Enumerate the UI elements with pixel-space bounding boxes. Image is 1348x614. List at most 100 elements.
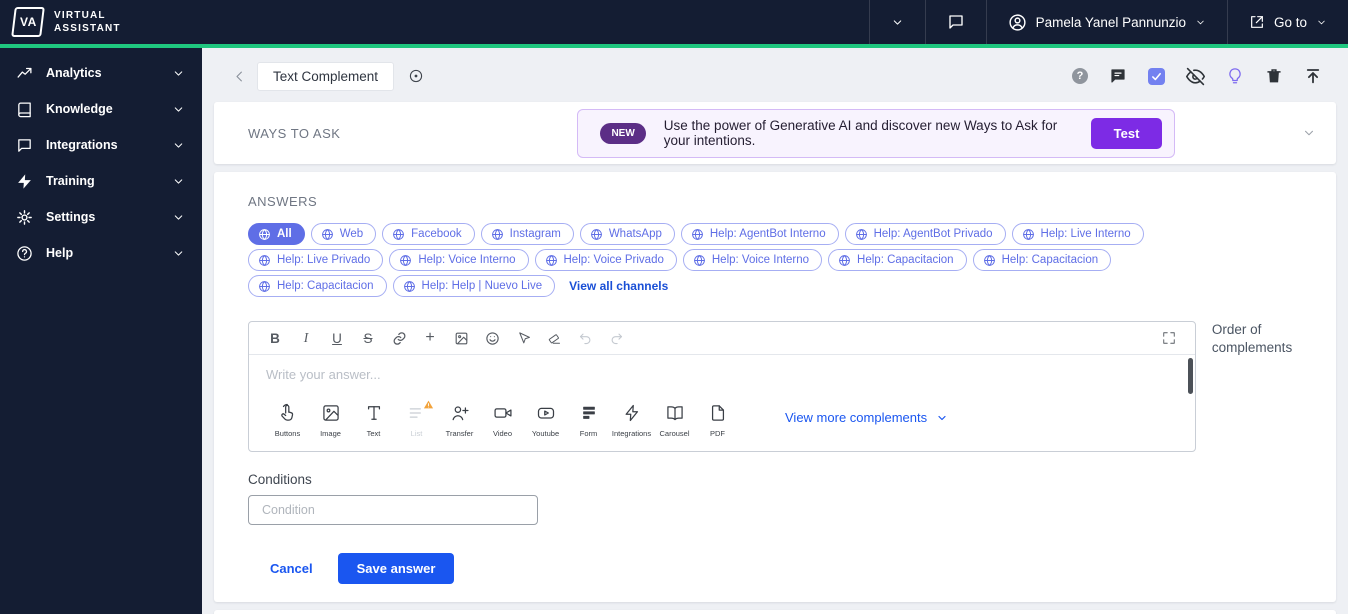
bold-button[interactable]: B — [266, 331, 284, 346]
link-button[interactable] — [390, 331, 408, 346]
new-badge: NEW — [600, 122, 646, 144]
collapse-section-button[interactable] — [1302, 126, 1316, 140]
channel-chip[interactable]: Help: Capacitacion — [972, 249, 1112, 271]
channel-chip[interactable]: Help: Voice Interno — [389, 249, 529, 271]
channel-chip[interactable]: Help: Capacitacion — [248, 275, 387, 297]
sidebar-item-training[interactable]: Training — [0, 163, 202, 199]
globe-icon — [400, 254, 412, 266]
channel-chip[interactable]: Help: Live Interno — [1011, 223, 1144, 245]
channel-chip-all[interactable]: All — [248, 223, 305, 245]
fullscreen-button[interactable] — [1160, 331, 1178, 345]
target-button[interactable] — [408, 68, 424, 84]
globe-icon — [694, 254, 705, 266]
publish-button[interactable] — [1304, 67, 1322, 85]
complement-video[interactable]: Video — [481, 403, 524, 438]
complement-youtube[interactable]: Youtube — [524, 403, 567, 438]
target-icon — [409, 69, 423, 83]
help-icon — [17, 245, 32, 261]
image-insert-button[interactable] — [452, 331, 470, 346]
sidebar-item-integrations[interactable]: Integrations — [0, 127, 202, 163]
external-link-icon — [1251, 16, 1263, 28]
channel-chip[interactable]: Help: AgentBot Privado — [844, 223, 1006, 245]
topbar-dropdown-button[interactable] — [868, 0, 925, 44]
complement-label: Buttons — [274, 429, 301, 438]
complement-pdf[interactable]: PDF — [696, 403, 739, 438]
goto-label: Go to — [1273, 14, 1307, 30]
channel-chip[interactable]: WhatsApp — [579, 223, 675, 245]
topbar-chat-button[interactable] — [924, 0, 986, 44]
channel-chip[interactable]: Instagram — [480, 223, 574, 245]
view-all-channels-link[interactable]: View all channels — [569, 279, 668, 293]
underline-button[interactable]: U — [328, 331, 346, 346]
channel-chip[interactable]: Help: Voice Privado — [534, 249, 677, 271]
trash-icon — [1267, 69, 1281, 83]
editor-scrollbar[interactable] — [1187, 358, 1193, 394]
redo-button[interactable] — [607, 331, 625, 346]
cancel-button[interactable]: Cancel — [270, 561, 313, 576]
goto-menu[interactable]: Go to — [1226, 0, 1348, 44]
sidebar-item-label: Settings — [46, 210, 96, 224]
delete-button[interactable] — [1265, 67, 1283, 85]
topbar-right: Pamela Yanel Pannunzio Go to — [868, 0, 1348, 44]
complement-carousel[interactable]: Carousel — [653, 403, 696, 438]
zap-icon — [625, 404, 638, 422]
answer-text-area[interactable]: Write your answer... — [249, 355, 1195, 403]
order-of-complements-note: Order of complements — [1211, 322, 1293, 356]
page-title[interactable]: Text Complement — [257, 61, 395, 91]
video-camera-icon — [493, 408, 512, 418]
strikethrough-button[interactable]: S — [359, 331, 377, 346]
person-plus-icon — [452, 406, 469, 421]
globe-icon — [590, 228, 602, 240]
chip-label: Help: Live Privado — [277, 254, 371, 266]
sidebar-item-analytics[interactable]: Analytics — [0, 55, 202, 91]
complement-buttons[interactable]: Buttons — [266, 403, 309, 438]
view-more-complements-link[interactable]: View more complements — [785, 410, 948, 425]
globe-icon — [692, 228, 703, 240]
image-icon — [322, 405, 339, 421]
test-button[interactable]: Test — [1090, 117, 1163, 149]
globe-icon — [839, 254, 850, 266]
complement-list: List — [395, 400, 438, 438]
complement-image[interactable]: Image — [309, 403, 352, 438]
carousel-icon — [666, 406, 683, 421]
channel-chip[interactable]: Help: AgentBot Interno — [680, 223, 839, 245]
channel-chip[interactable]: Help: Help | Nuevo Live — [392, 275, 556, 297]
sidebar-item-help[interactable]: Help — [0, 235, 202, 271]
idea-button[interactable] — [1226, 67, 1244, 85]
channel-chip[interactable]: Help: Live Privado — [248, 249, 384, 271]
help-button[interactable]: ? — [1072, 68, 1088, 84]
save-answer-button[interactable]: Save answer — [337, 553, 455, 584]
select-button[interactable] — [514, 331, 532, 346]
hide-button[interactable] — [1186, 67, 1205, 86]
chevron-down-icon — [174, 106, 183, 112]
sidebar-item-settings[interactable]: Settings — [0, 199, 202, 235]
complement-form[interactable]: Form — [567, 403, 610, 438]
channel-chip[interactable]: Facebook — [382, 223, 475, 245]
approve-toggle[interactable] — [1148, 67, 1165, 85]
globe-icon — [321, 228, 333, 240]
user-avatar-icon — [1009, 13, 1026, 31]
complements-bar: Buttons Image Text List Transfer Video Y… — [249, 400, 1195, 451]
italic-button[interactable]: I — [297, 330, 315, 346]
page-header: Text Complement ? — [214, 56, 1336, 96]
comments-button[interactable] — [1109, 67, 1127, 85]
emoji-button[interactable] — [483, 331, 501, 346]
undo-button[interactable] — [576, 331, 594, 346]
complement-transfer[interactable]: Transfer — [438, 403, 481, 438]
globe-icon — [983, 254, 995, 266]
user-menu[interactable]: Pamela Yanel Pannunzio — [985, 0, 1227, 44]
sidebar-item-label: Help — [46, 246, 74, 260]
chevron-down-icon — [174, 214, 183, 220]
channel-chip[interactable]: Help: Capacitacion — [828, 249, 967, 271]
sidebar-item-knowledge[interactable]: Knowledge — [0, 91, 202, 127]
sidebar-item-label: Integrations — [46, 138, 118, 152]
complement-text[interactable]: Text — [352, 403, 395, 438]
channel-chip[interactable]: Help: Voice Interno — [682, 249, 823, 271]
complement-integrations[interactable]: Integrations — [610, 403, 653, 438]
condition-input[interactable] — [248, 495, 538, 525]
lightbulb-icon — [1229, 68, 1241, 84]
channel-chip[interactable]: Web — [310, 223, 377, 245]
insert-button[interactable]: + — [421, 329, 439, 347]
clear-format-button[interactable] — [545, 331, 563, 346]
back-button[interactable] — [232, 69, 247, 84]
